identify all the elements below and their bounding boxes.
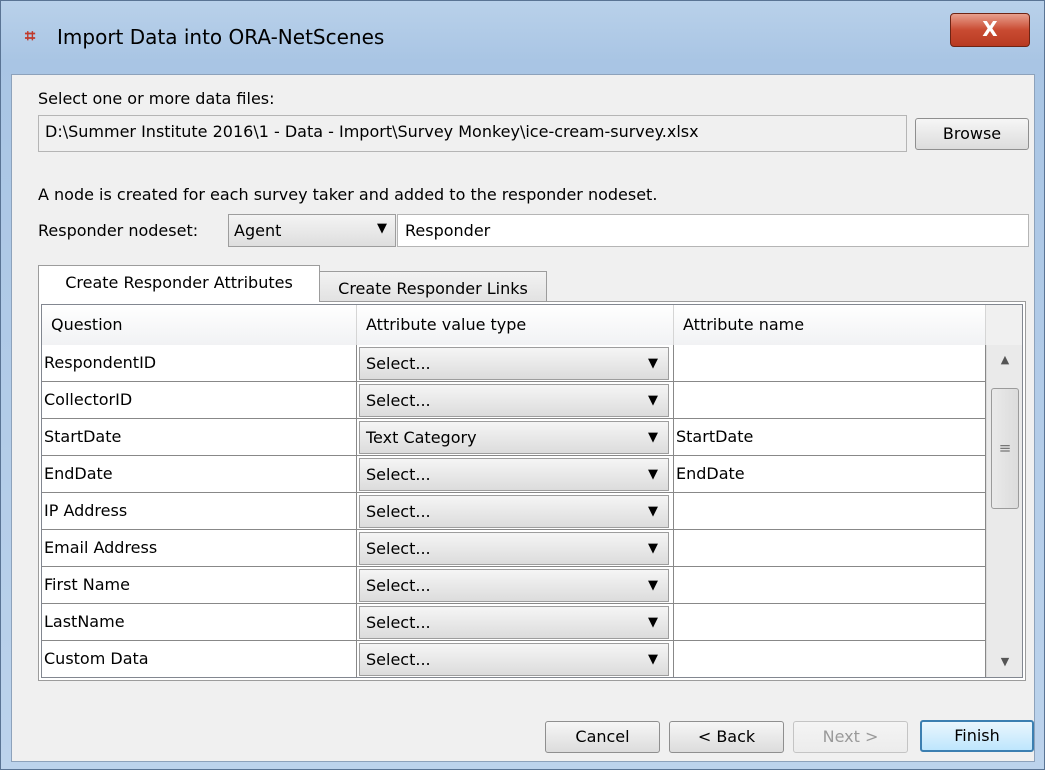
chevron-down-icon: ▼ [648,615,658,630]
table-row: StartDate Text Category ▼ StartDate [42,419,986,456]
attribute-type-dropdown[interactable]: Select... ▼ [359,384,669,417]
finish-button[interactable]: Finish [920,720,1034,752]
file-path-field[interactable]: D:\Summer Institute 2016\1 - Data - Impo… [38,115,907,152]
question-cell[interactable]: IP Address [42,493,357,530]
table-row: RespondentID Select... ▼ [42,345,986,382]
scroll-up-arrow-icon[interactable]: ▲ [987,345,1022,375]
column-header-attribute-name[interactable]: Attribute name [674,305,986,345]
attribute-type-value: Text Category [366,428,477,447]
type-cell: Select... ▼ [357,641,674,677]
type-cell: Select... ▼ [357,604,674,641]
type-cell: Select... ▼ [357,345,674,382]
table-row: Email Address Select... ▼ [42,530,986,567]
table-row: CollectorID Select... ▼ [42,382,986,419]
attribute-name-cell[interactable] [674,530,986,567]
back-button[interactable]: < Back [669,721,784,753]
attribute-type-value: Select... [366,650,431,669]
attribute-type-value: Select... [366,613,431,632]
attribute-name-cell[interactable] [674,382,986,419]
chevron-down-icon: ▼ [648,430,658,445]
table-row: EndDate Select... ▼ EndDate [42,456,986,493]
attribute-type-dropdown[interactable]: Select... ▼ [359,606,669,639]
question-cell[interactable]: LastName [42,604,357,641]
attribute-type-dropdown[interactable]: Select... ▼ [359,495,669,528]
type-cell: Select... ▼ [357,382,674,419]
attribute-name-cell[interactable] [674,641,986,677]
type-cell: Select... ▼ [357,530,674,567]
scroll-down-arrow-icon[interactable]: ▼ [987,647,1022,677]
title-bar: ⌗ Import Data into ORA-NetScenes X [1,1,1044,75]
attribute-type-dropdown[interactable]: Text Category ▼ [359,421,669,454]
type-cell: Text Category ▼ [357,419,674,456]
tab-create-responder-links[interactable]: Create Responder Links [319,271,547,305]
attribute-type-value: Select... [366,502,431,521]
attribute-type-value: Select... [366,391,431,410]
next-button: Next > [793,721,908,753]
attributes-tab-panel: Question Attribute value type Attribute … [38,301,1026,681]
attribute-type-value: Select... [366,354,431,373]
import-dialog-window: ⌗ Import Data into ORA-NetScenes X Selec… [0,0,1045,770]
column-header-attribute-value-type[interactable]: Attribute value type [357,305,674,345]
attribute-type-value: Select... [366,576,431,595]
attribute-type-value: Select... [366,539,431,558]
table-row: First Name Select... ▼ [42,567,986,604]
browse-button[interactable]: Browse [915,118,1029,150]
chevron-down-icon: ▼ [648,467,658,482]
chevron-down-icon: ▼ [648,504,658,519]
attribute-type-dropdown[interactable]: Select... ▼ [359,532,669,565]
scrollbar-thumb[interactable]: ≡ [991,388,1019,509]
type-cell: Select... ▼ [357,456,674,493]
table-row: IP Address Select... ▼ [42,493,986,530]
cancel-button[interactable]: Cancel [545,721,660,753]
tab-create-responder-attributes[interactable]: Create Responder Attributes [38,265,320,302]
table-row: LastName Select... ▼ [42,604,986,641]
attribute-name-cell[interactable] [674,604,986,641]
window-title: Import Data into ORA-NetScenes [57,25,385,49]
file-select-label: Select one or more data files: [38,89,275,108]
chevron-down-icon: ▼ [648,652,658,667]
attribute-name-cell[interactable] [674,493,986,530]
attribute-name-cell[interactable] [674,345,986,382]
responder-nodeset-label: Responder nodeset: [38,221,199,240]
question-cell[interactable]: StartDate [42,419,357,456]
attribute-type-dropdown[interactable]: Select... ▼ [359,458,669,491]
table-vertical-scrollbar[interactable]: ▲ ≡ ▼ [986,345,1022,677]
responder-info-text: A node is created for each survey taker … [38,185,658,204]
attribute-type-dropdown[interactable]: Select... ▼ [359,569,669,602]
chevron-down-icon: ▼ [648,541,658,556]
attributes-table: Question Attribute value type Attribute … [41,304,1023,678]
attribute-name-cell[interactable] [674,567,986,604]
table-corner [986,305,1022,345]
attribute-type-dropdown[interactable]: Select... ▼ [359,643,669,676]
question-cell[interactable]: CollectorID [42,382,357,419]
ora-network-icon: ⌗ [25,26,36,47]
column-header-question[interactable]: Question [42,305,357,345]
question-cell[interactable]: EndDate [42,456,357,493]
question-cell[interactable]: First Name [42,567,357,604]
close-button[interactable]: X [950,13,1030,47]
type-cell: Select... ▼ [357,567,674,604]
question-cell[interactable]: Custom Data [42,641,357,677]
question-cell[interactable]: Email Address [42,530,357,567]
responder-nodeset-dropdown[interactable]: Agent ▼ [228,214,396,247]
question-cell[interactable]: RespondentID [42,345,357,382]
type-cell: Select... ▼ [357,493,674,530]
attribute-name-cell[interactable]: EndDate [674,456,986,493]
dialog-body: Select one or more data files: D:\Summer… [11,74,1035,762]
chevron-down-icon: ▼ [648,578,658,593]
attribute-type-dropdown[interactable]: Select... ▼ [359,347,669,380]
attribute-name-cell[interactable]: StartDate [674,419,986,456]
chevron-down-icon: ▼ [648,356,658,371]
responder-name-input[interactable]: Responder [397,214,1029,247]
table-header: Question Attribute value type Attribute … [42,305,986,346]
table-row: Custom Data Select... ▼ [42,641,986,677]
chevron-down-icon: ▼ [377,221,387,236]
nodeset-value: Agent [234,221,282,240]
chevron-down-icon: ▼ [648,393,658,408]
attribute-type-value: Select... [366,465,431,484]
